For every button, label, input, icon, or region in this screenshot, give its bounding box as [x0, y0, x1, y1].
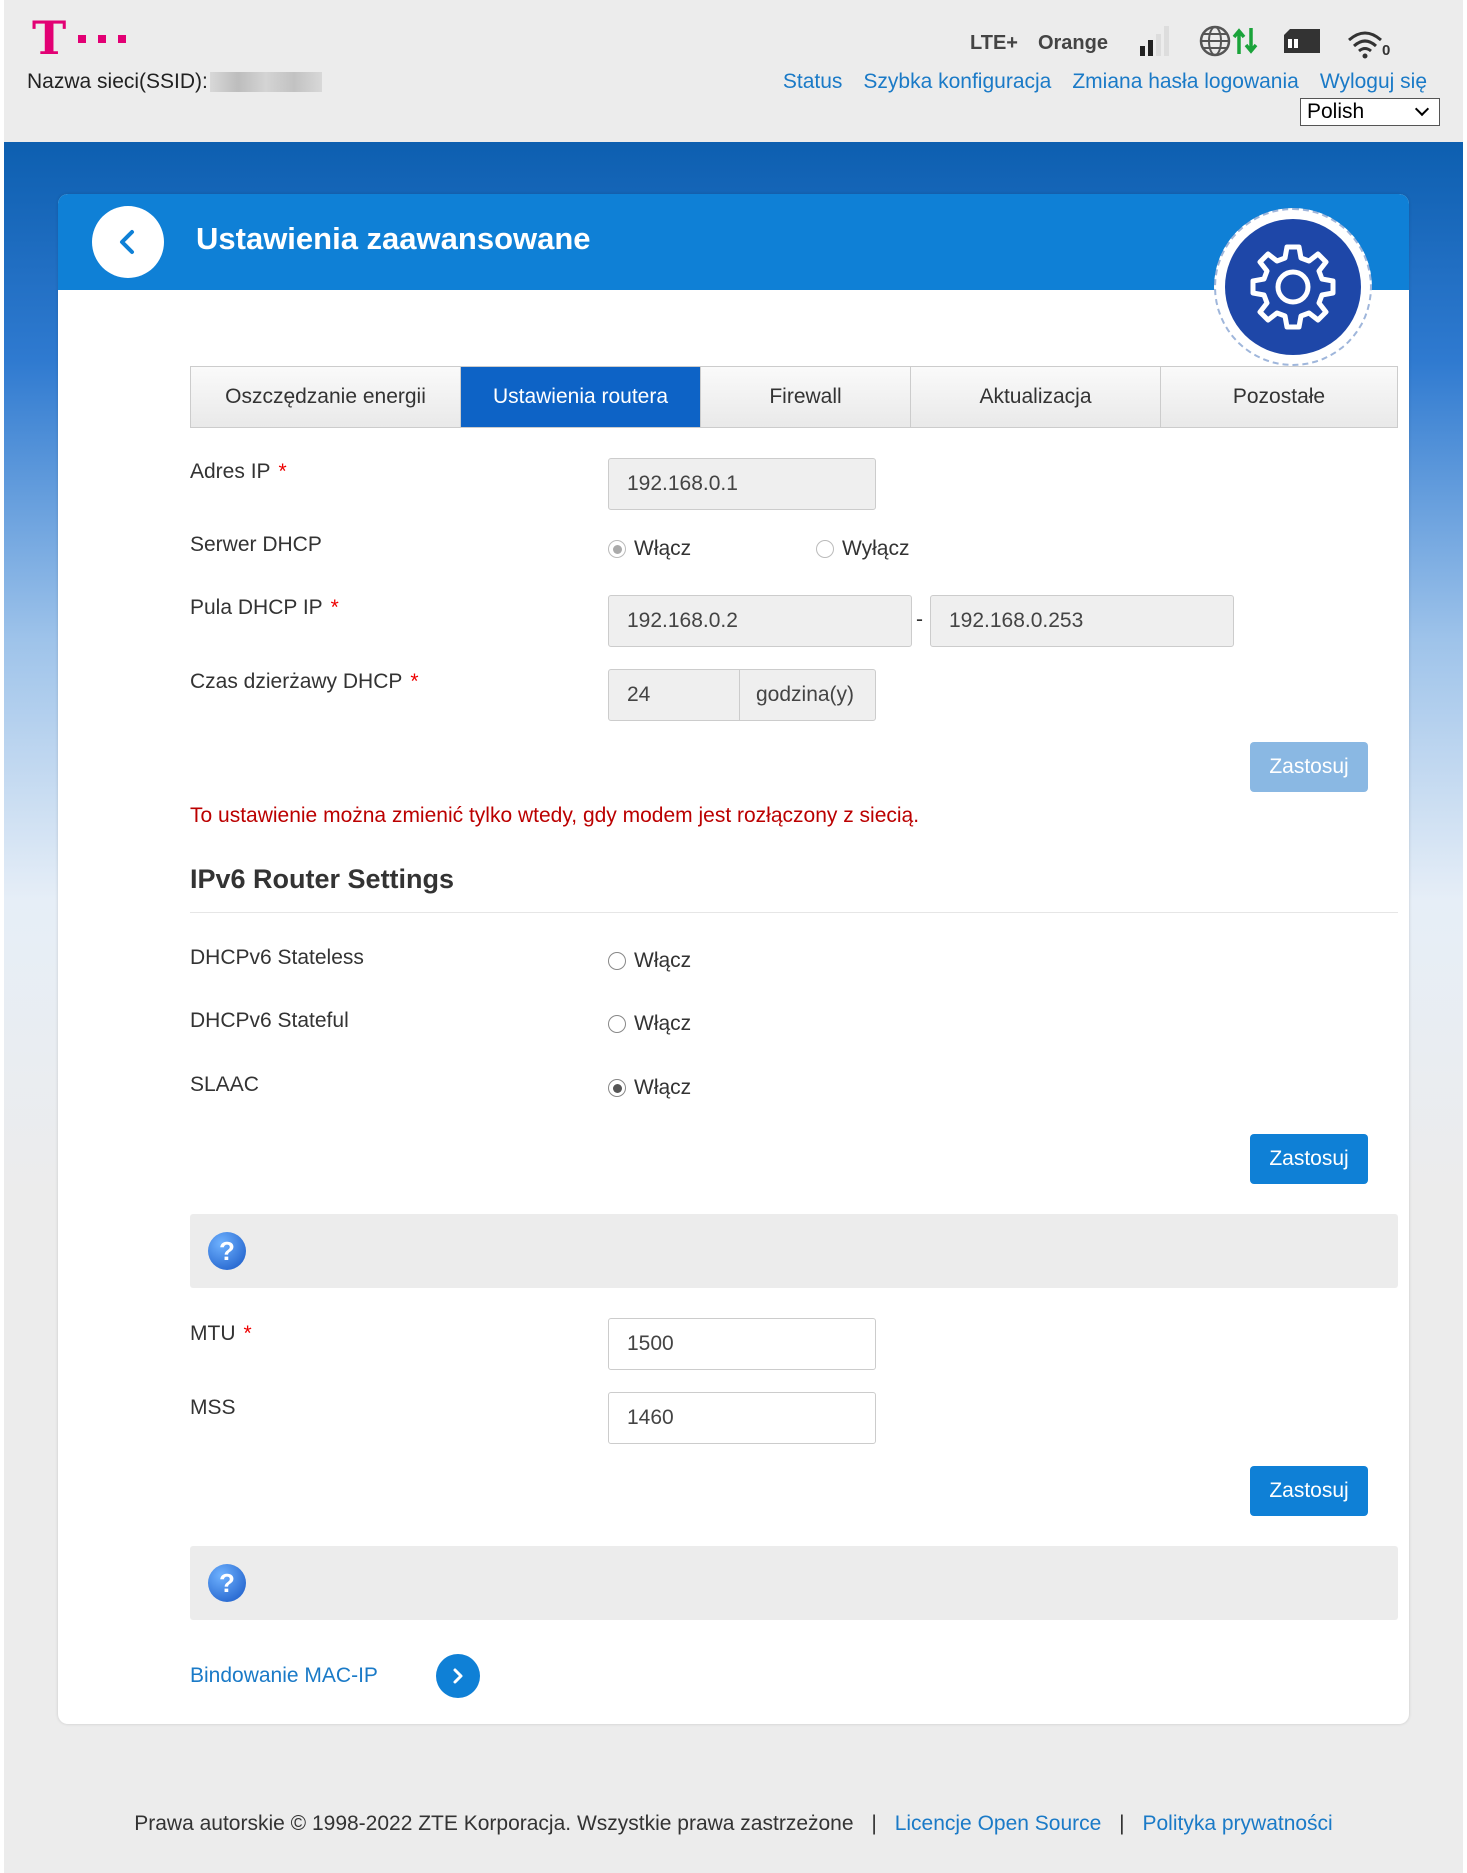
dhcpv6-stateful-option[interactable]: Włącz [608, 1012, 691, 1036]
ipv6-section-title: IPv6 Router Settings [190, 864, 455, 894]
logo-dot [78, 35, 87, 43]
tab-firewall[interactable]: Firewall [701, 367, 911, 427]
dhcp-pool-end-input[interactable]: 192.168.0.253 [930, 595, 1234, 647]
section-divider [190, 912, 1398, 913]
ssid-value-blurred [209, 72, 322, 92]
dhcpv6-stateless-label: DHCPv6 Stateless [190, 946, 364, 969]
top-nav: Status Szybka konfiguracja Zmiana hasła … [762, 70, 1427, 94]
data-transfer-icon [1232, 26, 1258, 61]
logo-dot [118, 35, 127, 43]
slaac-option[interactable]: Włącz [608, 1076, 691, 1100]
pool-separator: - [916, 608, 923, 631]
dhcpv6-stateless-radio[interactable] [608, 952, 626, 970]
telekom-logo: T [32, 11, 127, 65]
dhcpv6-stateful-radio[interactable] [608, 1015, 626, 1033]
tab-power-saving[interactable]: Oszczędzanie energii [191, 367, 461, 427]
operator-name: Orange [1037, 32, 1108, 54]
slaac-radio[interactable] [608, 1079, 626, 1097]
mss-label: MSS [190, 1396, 236, 1419]
nav-status[interactable]: Status [783, 70, 843, 94]
dhcpv6-stateless-option[interactable]: Włącz [608, 949, 691, 973]
chevron-right-icon [453, 1668, 463, 1684]
slaac-label: SLAAC [190, 1073, 259, 1096]
nav-logout[interactable]: Wyloguj się [1320, 70, 1427, 94]
tab-update[interactable]: Aktualizacja [911, 367, 1161, 427]
apply-mtu-button[interactable]: Zastosuj [1250, 1466, 1368, 1516]
footer-separator: | [871, 1812, 877, 1835]
help-icon[interactable]: ? [208, 1232, 246, 1270]
dhcp-off-option[interactable]: Wyłącz [816, 537, 909, 561]
mac-ip-binding-button[interactable] [436, 1654, 480, 1698]
language-selected: Polish [1307, 100, 1365, 123]
mac-ip-binding-link[interactable]: Bindowanie MAC-IP [190, 1664, 378, 1688]
dhcp-pool-start-input[interactable]: 192.168.0.2 [608, 595, 912, 647]
chevron-left-icon [120, 230, 134, 254]
apply-router-button[interactable]: Zastosuj [1250, 742, 1368, 792]
wifi-icon: 0 [1346, 29, 1390, 59]
mtu-input[interactable]: 1500 [608, 1318, 876, 1370]
tab-other[interactable]: Pozostałe [1161, 367, 1397, 427]
tab-router-settings[interactable]: Ustawienia routera [461, 367, 701, 427]
nav-quick-setup[interactable]: Szybka konfiguracja [863, 70, 1051, 94]
chevron-down-icon [1414, 101, 1430, 117]
ip-address-label: Adres IP * [190, 460, 287, 483]
page: T Nazwa sieci(SSID): LTE+ Orange 0 Statu… [4, 0, 1463, 1873]
gear-icon [1250, 244, 1336, 330]
status-bar: LTE+ Orange 0 [970, 24, 1390, 63]
top-header: T Nazwa sieci(SSID): LTE+ Orange 0 Statu… [4, 0, 1463, 142]
disconnect-warning: To ustawienie można zmienić tylko wtedy,… [190, 804, 920, 827]
logo-letter: T [32, 11, 67, 65]
gear-badge [1214, 208, 1372, 366]
dhcpv6-stateful-label: DHCPv6 Stateful [190, 1009, 349, 1032]
sim-card-icon [1282, 27, 1322, 60]
mtu-label: MTU * [190, 1322, 252, 1345]
back-button[interactable] [92, 206, 164, 278]
logo-dot [98, 35, 107, 43]
dhcp-server-label: Serwer DHCP [190, 533, 322, 556]
dhcp-pool-label: Pula DHCP IP * [190, 596, 339, 619]
tab-bar: Oszczędzanie energii Ustawienia routera … [190, 366, 1398, 428]
nav-change-password[interactable]: Zmiana hasła logowania [1072, 70, 1298, 94]
card-header: Ustawienia zaawansowane [58, 194, 1409, 290]
dhcp-on-option[interactable]: Włącz [608, 537, 691, 561]
language-select[interactable]: Polish [1300, 98, 1440, 126]
globe-icon [1198, 24, 1232, 63]
wifi-client-count: 0 [1382, 41, 1391, 59]
network-type: LTE+ [970, 32, 1018, 54]
ip-address-input[interactable]: 192.168.0.1 [608, 458, 876, 510]
mac-help-bar: ? [190, 1546, 1398, 1620]
open-source-licenses-link[interactable]: Licencje Open Source [895, 1812, 1102, 1835]
privacy-policy-link[interactable]: Polityka prywatności [1142, 1812, 1332, 1835]
dhcp-lease-label: Czas dzierżawy DHCP * [190, 670, 419, 693]
dhcp-lease-unit: godzina(y) [739, 669, 876, 721]
mtu-help-bar: ? [190, 1214, 1398, 1288]
page-title: Ustawienia zaawansowane [196, 221, 591, 256]
ssid-label: Nazwa sieci(SSID): [27, 70, 208, 93]
dhcp-on-radio[interactable] [608, 540, 626, 558]
signal-icon [1138, 24, 1174, 63]
dhcp-lease-input[interactable]: 24 [608, 669, 740, 721]
footer-separator: | [1119, 1812, 1125, 1835]
help-icon[interactable]: ? [208, 1564, 246, 1602]
ssid-display: Nazwa sieci(SSID): [27, 70, 322, 94]
dhcp-off-radio[interactable] [816, 540, 834, 558]
footer: Prawa autorskie © 1998-2022 ZTE Korporac… [4, 1812, 1463, 1836]
mss-input[interactable]: 1460 [608, 1392, 876, 1444]
copyright-text: Prawa autorskie © 1998-2022 ZTE Korporac… [134, 1812, 854, 1835]
apply-ipv6-button[interactable]: Zastosuj [1250, 1134, 1368, 1184]
